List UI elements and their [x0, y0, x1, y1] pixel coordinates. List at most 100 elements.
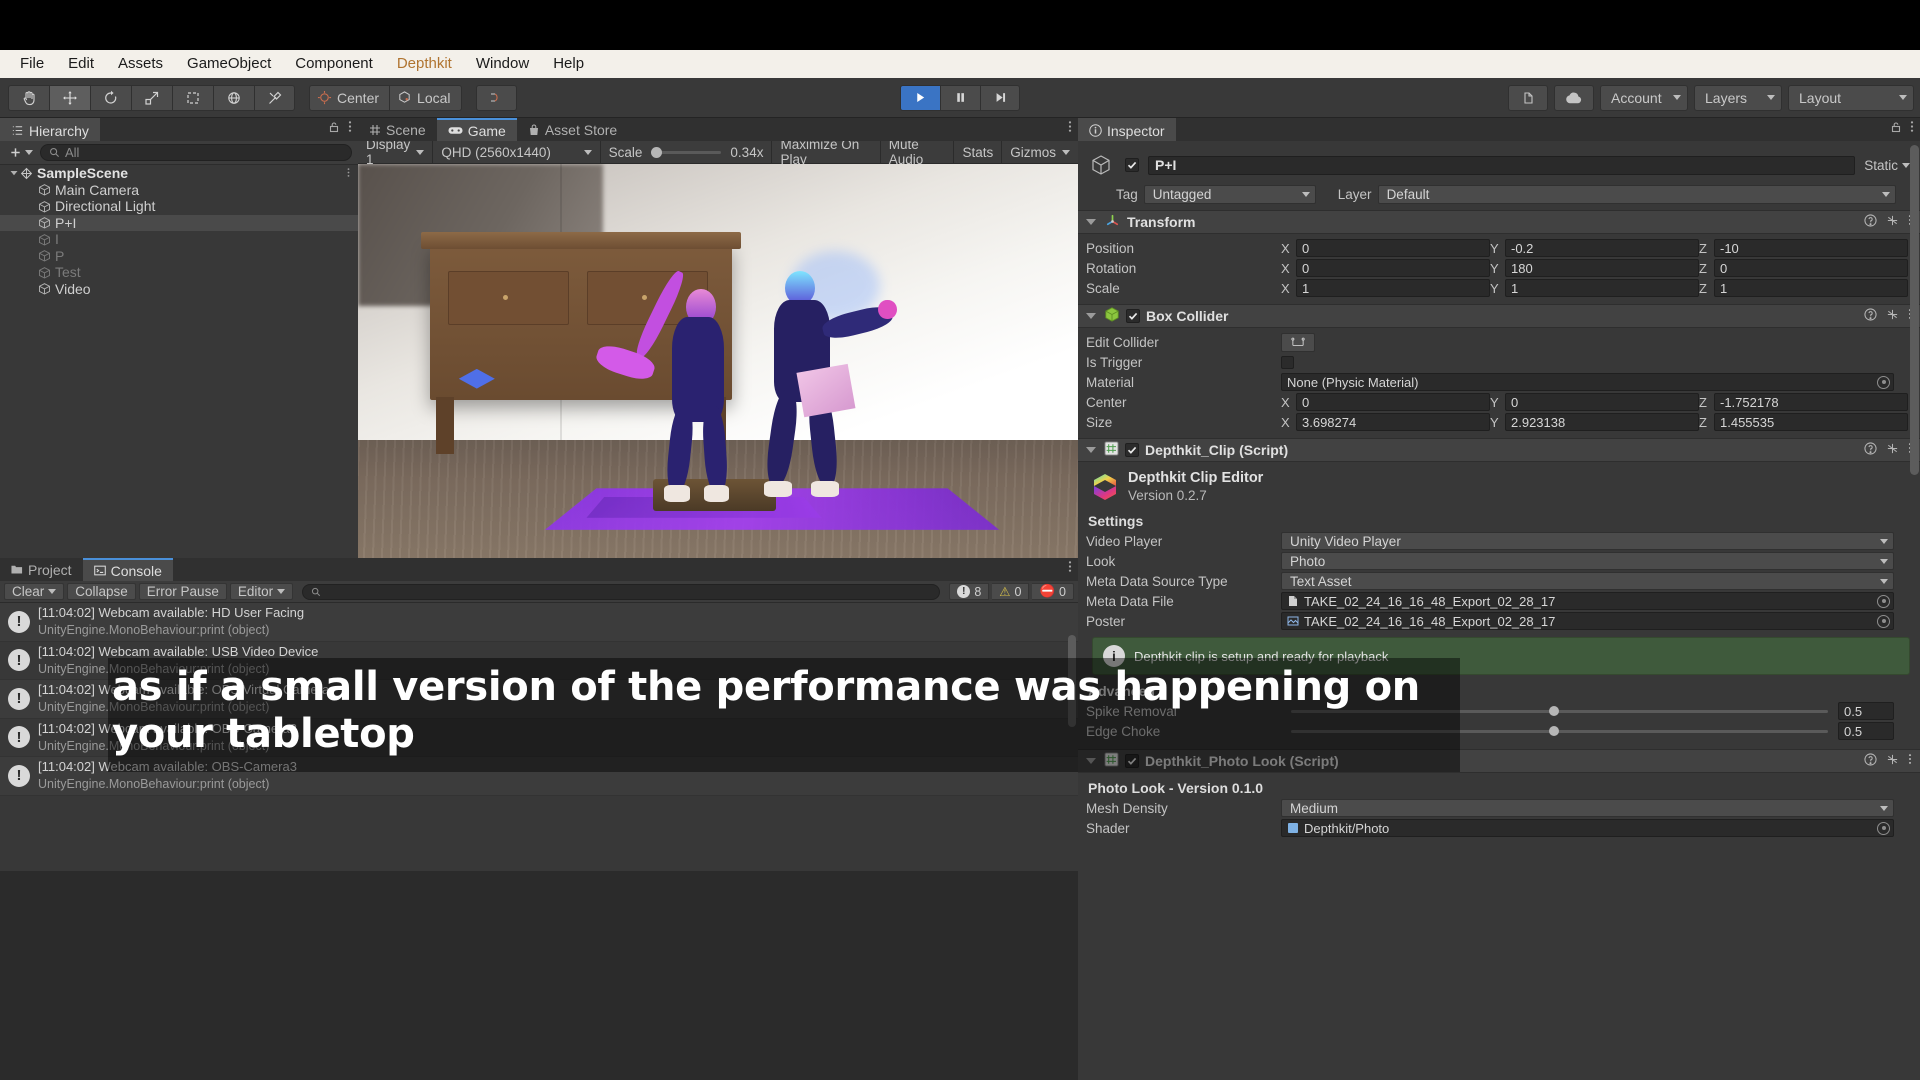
scale-slider-knob[interactable]: [651, 146, 663, 158]
gameobject-name-field[interactable]: P+I: [1148, 155, 1856, 175]
meta-source-dropdown[interactable]: Text Asset: [1281, 572, 1894, 590]
component-menu-icon[interactable]: [1908, 753, 1912, 769]
hierarchy-item-directional-light[interactable]: Directional Light: [0, 198, 358, 215]
tab-asset-store[interactable]: Asset Store: [517, 118, 628, 141]
inspector-body[interactable]: P+I Static Tag Untagged Layer Default Tr…: [1078, 141, 1920, 1080]
foldout-icon[interactable]: [1086, 219, 1096, 225]
preset-icon[interactable]: [1886, 442, 1899, 459]
rotation-x-field[interactable]: X0: [1281, 259, 1490, 277]
hierarchy-list[interactable]: SampleScene Main Camera Directional Light P…: [0, 165, 358, 558]
menu-item-component[interactable]: Component: [283, 53, 385, 75]
pause-button[interactable]: [940, 84, 980, 111]
play-button[interactable]: [900, 84, 940, 111]
error-count-badge[interactable]: ⛔ 0: [1032, 583, 1074, 600]
menu-item-assets[interactable]: Assets: [106, 53, 175, 75]
scale-slider-group[interactable]: Scale 0.34x: [601, 140, 773, 164]
warning-count-badge[interactable]: ⚠ 0: [992, 583, 1030, 600]
console-log-row[interactable]: ! [11:04:02] Webcam available: HD User Fa…: [0, 603, 1078, 642]
menu-item-file[interactable]: File: [8, 53, 56, 75]
scale-y-field[interactable]: Y1: [1490, 279, 1699, 297]
hierarchy-item-p[interactable]: P: [0, 248, 358, 265]
spike-removal-knob[interactable]: [1548, 705, 1559, 716]
scale-z-field[interactable]: Z1: [1699, 279, 1908, 297]
editor-dropdown[interactable]: Editor: [229, 583, 294, 600]
position-z-field[interactable]: Z -10: [1699, 239, 1908, 257]
rect-tool-button[interactable]: [172, 84, 213, 111]
lock-icon[interactable]: [328, 121, 340, 137]
display-dropdown[interactable]: Display 1: [358, 137, 434, 167]
hierarchy-item-video[interactable]: Video: [0, 281, 358, 298]
space-mode-button[interactable]: Local: [390, 84, 462, 111]
custom-tool-button[interactable]: [254, 84, 295, 111]
resolution-dropdown[interactable]: QHD (2560x1440): [433, 140, 601, 164]
hierarchy-search-input[interactable]: All: [40, 144, 352, 161]
hierarchy-row-menu-icon[interactable]: [347, 165, 350, 181]
scale-slider[interactable]: [651, 146, 722, 158]
preset-icon[interactable]: [1886, 753, 1899, 770]
size-z-field[interactable]: Z 1.455535: [1699, 413, 1908, 431]
look-dropdown[interactable]: Photo: [1281, 552, 1894, 570]
menu-item-help[interactable]: Help: [541, 53, 596, 75]
layout-dropdown[interactable]: Layout: [1788, 84, 1914, 111]
game-render-canvas[interactable]: [358, 164, 1078, 558]
size-x-field[interactable]: X 3.698274: [1281, 413, 1490, 431]
meta-file-object-field[interactable]: TAKE_02_24_16_16_48_Export_02_28_17: [1281, 592, 1894, 610]
hierarchy-item-p-i[interactable]: P+I: [0, 214, 358, 231]
depthkit-clip-enabled-checkbox[interactable]: [1125, 443, 1139, 457]
hierarchy-item-samplescene[interactable]: SampleScene: [0, 165, 358, 182]
move-tool-button[interactable]: [49, 84, 90, 111]
size-y-field[interactable]: Y 2.923138: [1490, 413, 1699, 431]
stats-toggle[interactable]: Stats: [954, 140, 1003, 164]
preset-icon[interactable]: [1886, 214, 1899, 231]
maximize-on-play-toggle[interactable]: Maximize On Play: [772, 137, 881, 167]
inspector-scrollbar[interactable]: [1910, 145, 1919, 475]
object-picker-icon[interactable]: [1877, 614, 1890, 628]
grid-snap-button[interactable]: [475, 84, 517, 111]
rotation-y-field[interactable]: Y 180: [1490, 259, 1699, 277]
layer-dropdown[interactable]: Default: [1377, 185, 1896, 204]
account-dropdown[interactable]: Account: [1600, 84, 1688, 111]
material-object-field[interactable]: None (Physic Material): [1281, 373, 1894, 391]
error-pause-toggle[interactable]: Error Pause: [138, 583, 227, 600]
hierarchy-menu-icon[interactable]: [348, 120, 352, 137]
menu-item-window[interactable]: Window: [464, 53, 541, 75]
layers-dropdown[interactable]: Layers: [1694, 84, 1782, 111]
rotate-tool-button[interactable]: [90, 84, 131, 111]
help-icon[interactable]: [1864, 213, 1877, 231]
transform-component-header[interactable]: Transform: [1078, 210, 1920, 234]
tab-scene[interactable]: Scene: [358, 118, 437, 141]
position-x-field[interactable]: X0: [1281, 239, 1490, 257]
hierarchy-item-main-camera[interactable]: Main Camera: [0, 182, 358, 199]
edge-choke-value[interactable]: 0.5: [1838, 722, 1894, 740]
edit-collider-button[interactable]: [1281, 332, 1315, 352]
scale-x-field[interactable]: X1: [1281, 279, 1490, 297]
hierarchy-item-test[interactable]: Test: [0, 264, 358, 281]
object-picker-icon[interactable]: [1877, 821, 1890, 835]
box-collider-component-header[interactable]: Box Collider: [1078, 304, 1920, 328]
gameobject-active-checkbox[interactable]: [1125, 158, 1139, 172]
foldout-icon[interactable]: [1086, 313, 1096, 319]
hierarchy-item-i[interactable]: I: [0, 231, 358, 248]
tag-dropdown[interactable]: Untagged: [1143, 185, 1316, 204]
tab-inspector[interactable]: Inspector: [1078, 118, 1176, 141]
menu-item-depthkit[interactable]: Depthkit: [385, 53, 464, 75]
edge-choke-knob[interactable]: [1548, 725, 1559, 736]
transform-tool-button[interactable]: [213, 84, 254, 111]
collapse-toggle[interactable]: Collapse: [67, 583, 136, 600]
log-count-badge[interactable]: ! 8: [949, 583, 990, 600]
foldout-icon[interactable]: [1086, 447, 1096, 453]
shader-object-field[interactable]: Depthkit/Photo: [1281, 819, 1894, 837]
hand-tool-button[interactable]: [8, 84, 49, 111]
mesh-density-dropdown[interactable]: Medium: [1281, 799, 1894, 817]
menu-item-edit[interactable]: Edit: [56, 53, 106, 75]
object-picker-icon[interactable]: [1877, 375, 1890, 389]
scale-tool-button[interactable]: [131, 84, 172, 111]
spike-removal-value[interactable]: 0.5: [1838, 702, 1894, 720]
gameview-menu-icon[interactable]: [1068, 120, 1072, 137]
tab-hierarchy[interactable]: Hierarchy: [0, 118, 100, 141]
center-y-field[interactable]: Y0: [1490, 393, 1699, 411]
foldout-icon[interactable]: [8, 169, 20, 177]
tab-game[interactable]: Game: [436, 118, 517, 141]
tab-project[interactable]: Project: [0, 558, 83, 581]
step-button[interactable]: [980, 84, 1020, 111]
